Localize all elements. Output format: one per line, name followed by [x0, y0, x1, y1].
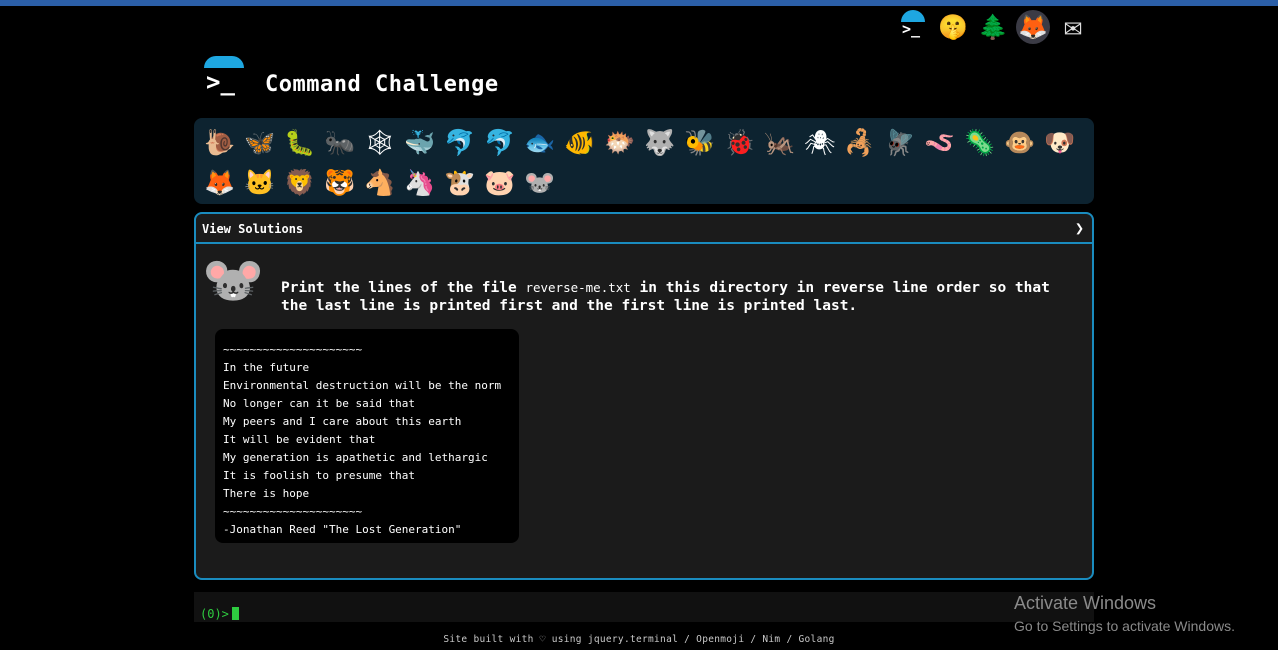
challenge-animal-icon[interactable]: 🦊 [200, 162, 240, 202]
challenge-animal-icon[interactable]: 🦁 [280, 162, 320, 202]
file-line: My generation is apathetic and lethargic [223, 451, 488, 464]
terminal-cursor [231, 607, 239, 620]
watermark-title: Activate Windows [1014, 593, 1157, 613]
challenge-animal-icon[interactable]: 🐠 [560, 122, 600, 162]
task-filename: reverse-me.txt [525, 280, 631, 295]
challenge-animal-icon[interactable]: 🐭 [520, 162, 560, 202]
chevron-right-icon[interactable]: ❯ [1075, 219, 1084, 237]
evergreen-tree-icon[interactable]: 🌲 [976, 10, 1010, 44]
challenge-progress-panel: 🐌 🦋 🐛 🐜 🕸 🐳 🐬 🐬 🐟 🐠 🐡 🐺 🐝 🐞 🦗 🕷 🦂 🪰 🪱 🦠 🐵 🐶 🦊 🐱 🦁 🐯 🐴 🦄 🐮 🐷 🐭 [194, 118, 1094, 204]
challenge-animal-icon[interactable]: 🐌 [200, 122, 240, 162]
challenge-animal-icon[interactable]: 🐯 [320, 162, 360, 202]
view-solutions-bar[interactable]: View Solutions ❯ [196, 214, 1092, 244]
challenge-animal-icon[interactable]: 🐡 [600, 122, 640, 162]
task-text-before: Print the lines of the file [281, 280, 526, 296]
file-line: It is foolish to presume that [223, 469, 416, 482]
challenge-animal-icon[interactable]: 🐱 [240, 162, 280, 202]
challenge-animal-icon[interactable]: 🐟 [520, 122, 560, 162]
site-logo-icon[interactable]: >_ [202, 56, 246, 104]
challenge-animal-icon[interactable]: 🪰 [880, 122, 920, 162]
challenge-animal-icon[interactable]: 🐬 [480, 122, 520, 162]
challenge-animal-icon[interactable]: 🦗 [760, 122, 800, 162]
challenge-animal-icon[interactable]: 🐮 [440, 162, 480, 202]
terminal-prompt: (0)> [200, 607, 239, 621]
file-line: ~~~~~~~~~~~~~~~~~~~~~ [223, 343, 363, 356]
challenge-animal-icon[interactable]: 🐴 [360, 162, 400, 202]
challenge-animal-icon[interactable]: 🐝 [680, 122, 720, 162]
challenge-animal-icon[interactable]: 🐜 [320, 122, 360, 162]
envelope-icon[interactable]: ✉ [1056, 10, 1090, 44]
file-line: Environmental destruction will be the no… [223, 379, 502, 392]
site-logo-prompt: >_ [206, 68, 235, 96]
file-line: No longer can it be said that [223, 397, 416, 410]
file-line: My peers and I care about this earth [223, 415, 462, 428]
terminal-logo-prompt: >_ [902, 20, 921, 38]
top-icon-bar: >_ 🤫 🌲 🦊 ✉ [896, 10, 1090, 44]
browser-top-bar [0, 0, 1278, 6]
challenge-animal-icon[interactable]: 🐛 [280, 122, 320, 162]
watermark-subtitle: Go to Settings to activate Windows. [1014, 618, 1235, 634]
challenge-animal-icon[interactable]: 🕸 [360, 122, 400, 162]
site-header: >_ Command Challenge [196, 56, 1096, 108]
mouse-face-icon: 🐭 [202, 251, 265, 309]
challenge-animal-icon[interactable]: 🐺 [640, 122, 680, 162]
view-solutions-label: View Solutions [202, 222, 304, 236]
activate-windows-watermark: Activate Windows Go to Settings to activ… [1014, 593, 1235, 634]
challenge-animal-icon[interactable]: 🦄 [400, 162, 440, 202]
file-contents-block: ~~~~~~~~~~~~~~~~~~~~~ In the future Enviro… [215, 329, 519, 543]
terminal-logo-icon[interactable]: >_ [896, 10, 930, 44]
challenge-animal-icon[interactable]: 🦠 [960, 122, 1000, 162]
challenge-description: Print the lines of the file reverse-me.t… [281, 279, 1081, 315]
challenge-animal-icon[interactable]: 🐷 [480, 162, 520, 202]
file-line: In the future [223, 361, 310, 374]
file-line: -Jonathan Reed "The Lost Generation" [223, 523, 462, 536]
challenge-animal-icon[interactable]: 🐳 [400, 122, 440, 162]
site-footer: Site built with ♡ using jquery.terminal … [443, 634, 835, 645]
challenge-animal-icon[interactable]: 🐶 [1040, 122, 1080, 162]
file-line: ~~~~~~~~~~~~~~~~~~~~~ [223, 505, 363, 518]
challenge-animal-icon[interactable]: 🕷 [800, 122, 840, 162]
challenge-animal-icon[interactable]: 🐵 [1000, 122, 1040, 162]
challenge-card: View Solutions ❯ 🐭 Print the lines of th… [194, 212, 1094, 580]
challenge-animal-icon[interactable]: 🐞 [720, 122, 760, 162]
terminal-input[interactable]: (0)> [194, 592, 1094, 622]
file-line: It will be evident that [223, 433, 376, 446]
terminal-prompt-text: (0)> [200, 607, 229, 621]
challenge-animal-icon[interactable]: 🦋 [240, 122, 280, 162]
challenge-animal-icon[interactable]: 🐬 [440, 122, 480, 162]
site-title[interactable]: Command Challenge [265, 72, 499, 97]
challenge-animal-icon[interactable]: 🪱 [920, 122, 960, 162]
gitlab-icon[interactable]: 🦊 [1016, 10, 1050, 44]
file-line: There is hope [223, 487, 310, 500]
site-logo-arc [204, 56, 244, 68]
challenge-animal-icon[interactable]: 🦂 [840, 122, 880, 162]
shushing-face-icon[interactable]: 🤫 [936, 10, 970, 44]
